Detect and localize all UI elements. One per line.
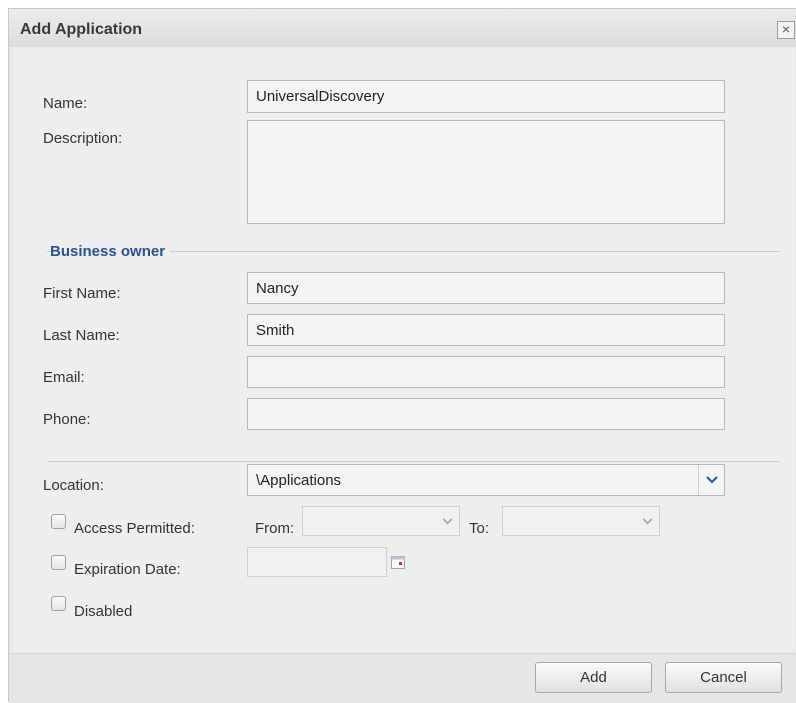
name-input[interactable]: UniversalDiscovery: [247, 80, 725, 113]
calendar-icon: [391, 555, 405, 569]
first-name-input[interactable]: Nancy: [247, 272, 725, 304]
calendar-button[interactable]: [385, 548, 411, 576]
disabled-checkbox[interactable]: [51, 596, 66, 611]
to-dropdown-button[interactable]: [634, 506, 660, 536]
close-icon: ×: [781, 21, 791, 37]
chevron-down-icon: [705, 476, 718, 484]
email-input[interactable]: [247, 356, 725, 388]
location-dropdown-button[interactable]: [698, 465, 724, 495]
expiration-date-checkbox[interactable]: [51, 555, 66, 570]
dialog-title: Add Application: [20, 21, 143, 38]
location-value: \Applications: [256, 472, 342, 489]
access-permitted-checkbox[interactable]: [51, 514, 66, 529]
phone-input[interactable]: [247, 398, 725, 430]
phone-label: Phone:: [43, 411, 91, 428]
chevron-down-icon: [642, 517, 652, 524]
to-label: To:: [469, 520, 490, 537]
last-name-input[interactable]: Smith: [247, 314, 725, 346]
dialog-titlebar[interactable]: Add Application ×: [9, 9, 796, 47]
email-label: Email:: [43, 369, 85, 386]
add-application-dialog: Add Application × Name: UniversalDiscove…: [8, 8, 796, 703]
description-label: Description:: [43, 130, 123, 147]
close-button[interactable]: ×: [777, 21, 795, 39]
dialog-footer: Add Cancel: [9, 653, 796, 703]
expiration-date-input[interactable]: [247, 547, 387, 577]
location-select[interactable]: \Applications: [247, 464, 725, 496]
location-label: Location:: [43, 477, 104, 494]
add-button[interactable]: Add: [535, 662, 652, 693]
section-divider-2: [47, 461, 779, 462]
expiration-date-label: Expiration Date:: [74, 561, 181, 578]
chevron-down-icon: [442, 517, 452, 524]
cancel-button[interactable]: Cancel: [665, 662, 782, 693]
from-label: From:: [255, 520, 295, 537]
description-textarea[interactable]: [247, 120, 725, 224]
access-permitted-label: Access Permitted:: [74, 520, 195, 537]
business-owner-heading: Business owner: [50, 243, 171, 260]
disabled-label: Disabled: [74, 603, 133, 620]
name-label: Name:: [43, 95, 88, 112]
last-name-label: Last Name:: [43, 327, 120, 344]
from-dropdown-button[interactable]: [434, 506, 460, 536]
first-name-label: First Name:: [43, 285, 121, 302]
